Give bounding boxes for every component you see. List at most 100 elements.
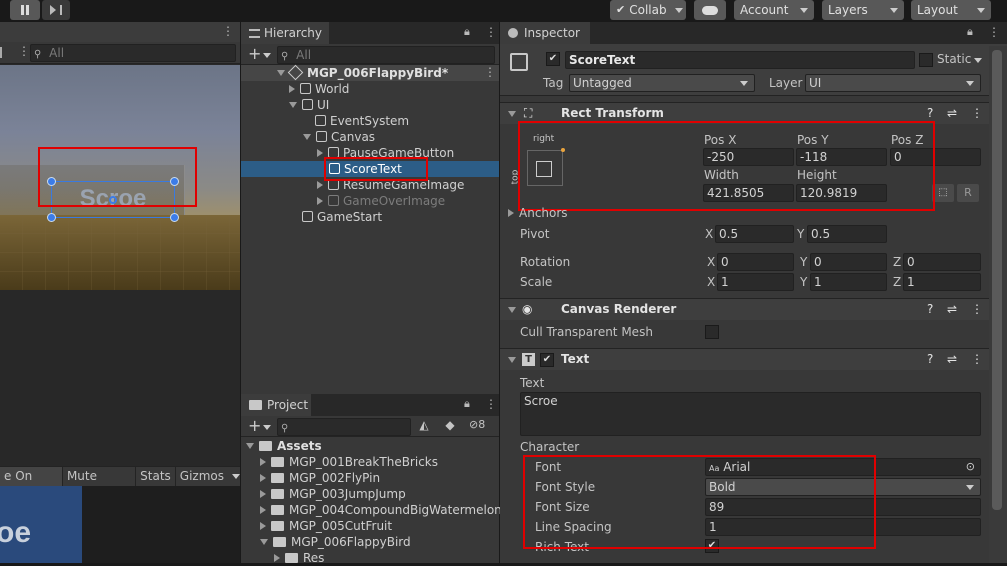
hierarchy-item-pausegamebutton[interactable]: PauseGameButton: [317, 145, 454, 161]
pivot-x-input[interactable]: 0.5: [715, 225, 794, 243]
project-item-folder[interactable]: Res: [274, 550, 324, 566]
object-picker-icon[interactable]: ⊙: [966, 459, 975, 475]
collapse-icon[interactable]: [508, 357, 516, 363]
rect-handle[interactable]: [47, 177, 56, 186]
pivot-y-input[interactable]: 0.5: [807, 225, 887, 243]
expand-icon[interactable]: [317, 197, 323, 205]
hierarchy-item-canvas[interactable]: Canvas: [303, 129, 375, 145]
expand-icon[interactable]: [260, 506, 266, 514]
text-content-area[interactable]: Scroe: [520, 392, 981, 436]
font-object-field[interactable]: Aa Arial ⊙: [705, 458, 981, 476]
expand-icon[interactable]: [508, 209, 514, 217]
width-input[interactable]: 421.8505: [703, 184, 794, 202]
rect-transform-header[interactable]: ⛶ Rect Transform ? ⇌ ⋮: [500, 102, 1007, 124]
add-icon[interactable]: +: [248, 44, 261, 63]
scene-search-input[interactable]: ⚲ All: [30, 44, 236, 62]
hierarchy-item-scene[interactable]: MGP_006FlappyBird*: [277, 64, 448, 81]
expand-icon[interactable]: [289, 85, 295, 93]
stats-button[interactable]: Stats: [136, 467, 176, 486]
raw-edit-button[interactable]: R: [957, 184, 979, 202]
preset-icon[interactable]: ⇌: [947, 349, 957, 370]
add-icon[interactable]: +: [248, 416, 261, 435]
expand-icon[interactable]: [317, 149, 323, 157]
expand-icon[interactable]: [260, 539, 268, 545]
help-icon[interactable]: ?: [927, 103, 933, 124]
layers-dropdown[interactable]: Layers: [822, 0, 904, 20]
project-item-folder[interactable]: MGP_003JumpJump: [260, 486, 406, 502]
scale-y-input[interactable]: 1: [810, 273, 887, 291]
collapse-icon[interactable]: [508, 307, 516, 313]
chevron-down-icon[interactable]: [232, 474, 240, 479]
scene-viewport[interactable]: Scroe: [0, 65, 240, 290]
project-item-folder[interactable]: MGP_006FlappyBird: [260, 534, 411, 550]
more-menu-icon[interactable]: ⋮: [988, 25, 1000, 39]
hierarchy-item-world[interactable]: World: [289, 81, 349, 97]
rect-handle[interactable]: [170, 213, 179, 222]
expand-icon[interactable]: [303, 134, 311, 140]
active-checkbox[interactable]: ✔: [546, 52, 560, 66]
more-menu-icon[interactable]: ⋮: [485, 397, 497, 411]
anchor-presets-button[interactable]: [527, 148, 565, 186]
hierarchy-item-resumegameimage[interactable]: ResumeGameImage: [317, 177, 464, 193]
canvas-renderer-header[interactable]: ◉ Canvas Renderer ? ⇌ ⋮: [500, 298, 1007, 320]
rect-handle[interactable]: [47, 213, 56, 222]
mute-audio-button[interactable]: Mute Audio: [63, 467, 137, 502]
anchors-foldout[interactable]: Anchors: [508, 206, 568, 220]
text-enabled-checkbox[interactable]: ✔: [540, 353, 554, 367]
expand-icon[interactable]: [274, 554, 280, 562]
lock-icon[interactable]: 🔒︎: [464, 397, 470, 411]
help-icon[interactable]: ?: [927, 349, 933, 370]
more-menu-icon[interactable]: ⋮: [222, 24, 234, 38]
scale-z-input[interactable]: 1: [903, 273, 981, 291]
scale-x-input[interactable]: 1: [717, 273, 794, 291]
project-item-folder[interactable]: MGP_004CompoundBigWatermelon: [260, 502, 502, 518]
rect-handle[interactable]: [170, 177, 179, 186]
expand-icon[interactable]: [260, 474, 266, 482]
collab-button[interactable]: ✔ Collab: [610, 0, 686, 20]
inspector-scrollbar[interactable]: [989, 46, 1007, 563]
score-text-rect[interactable]: Scroe: [47, 177, 179, 222]
account-dropdown[interactable]: Account: [734, 0, 814, 20]
layer-dropdown[interactable]: UI: [805, 74, 981, 92]
project-item-folder[interactable]: MGP_005CutFruit: [260, 518, 392, 534]
expand-icon[interactable]: [317, 181, 323, 189]
tab-project[interactable]: Project: [241, 394, 311, 416]
scene-more-icon[interactable]: ⋮: [18, 44, 30, 58]
posy-input[interactable]: -118: [796, 148, 887, 166]
rotation-y-input[interactable]: 0: [810, 253, 887, 271]
filter-by-label-icon[interactable]: ◆: [443, 418, 457, 432]
cull-transparent-mesh-checkbox[interactable]: [705, 325, 719, 339]
hierarchy-item-ui[interactable]: UI: [289, 97, 329, 113]
project-search-input[interactable]: ⚲: [277, 418, 411, 436]
maximize-on-play-button[interactable]: e On Play: [0, 467, 63, 502]
component-menu-icon[interactable]: ⋮: [971, 103, 983, 124]
component-menu-icon[interactable]: ⋮: [971, 349, 983, 370]
tab-hierarchy[interactable]: Hierarchy: [241, 22, 329, 44]
font-style-dropdown[interactable]: Bold: [705, 478, 981, 496]
game-viewport[interactable]: oe: [0, 486, 82, 563]
project-item-folder[interactable]: MGP_002FlyPin: [260, 470, 380, 486]
text-component-header[interactable]: T ✔ Text ? ⇌ ⋮: [500, 348, 1007, 370]
layout-dropdown[interactable]: Layout: [911, 0, 991, 20]
hidden-packages-toggle[interactable]: ⊘8: [469, 418, 485, 431]
help-icon[interactable]: ?: [927, 299, 933, 320]
hierarchy-item-gamestart[interactable]: GameStart: [302, 209, 382, 225]
hierarchy-item-scoretext[interactable]: ScoreText: [329, 161, 402, 177]
expand-icon[interactable]: [246, 443, 254, 449]
tab-inspector[interactable]: Inspector: [500, 22, 590, 44]
pivot-handle[interactable]: [109, 196, 117, 204]
rich-text-checkbox[interactable]: ✔: [705, 539, 719, 553]
pause-button[interactable]: [10, 0, 40, 20]
line-spacing-input[interactable]: 1: [705, 518, 981, 536]
blueprint-mode-icon[interactable]: ⬚: [932, 184, 954, 202]
tag-dropdown[interactable]: Untagged: [569, 74, 755, 92]
expand-icon[interactable]: [260, 522, 266, 530]
gizmos-button[interactable]: Gizmos: [176, 467, 228, 486]
hierarchy-search-input[interactable]: ⚲ All: [277, 46, 495, 64]
expand-icon[interactable]: [260, 490, 266, 498]
posz-input[interactable]: 0: [890, 148, 981, 166]
posx-input[interactable]: -250: [703, 148, 794, 166]
component-menu-icon[interactable]: ⋮: [971, 299, 983, 320]
more-menu-icon[interactable]: ⋮: [485, 25, 497, 39]
hierarchy-item-eventsystem[interactable]: EventSystem: [315, 113, 409, 129]
